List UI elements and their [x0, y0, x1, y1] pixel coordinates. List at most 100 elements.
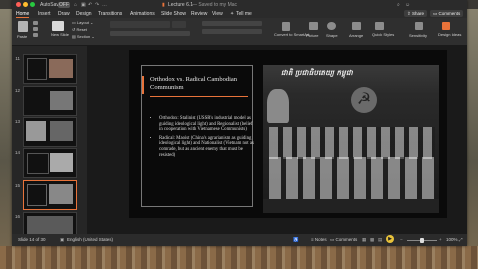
- ribbon-home: Paste New Slide ▭ Layout ⌄ ↺ Reset ▤ Sec…: [12, 18, 467, 46]
- document-title: Lecture 6.1: [168, 1, 194, 8]
- new-slide-label: New Slide: [51, 32, 70, 37]
- tab-animations[interactable]: Animations: [130, 11, 155, 17]
- thumbnail-number: 12: [14, 88, 20, 93]
- normal-view-icon[interactable]: ▦: [362, 237, 366, 243]
- reset-button[interactable]: ↺ Reset: [72, 27, 87, 32]
- slide-sorter-icon[interactable]: ▩: [370, 237, 374, 243]
- picture-icon[interactable]: [309, 22, 318, 30]
- standing-row-people: [269, 127, 435, 159]
- more-icon[interactable]: …: [102, 2, 107, 8]
- paragraph-formatting-row[interactable]: [202, 21, 262, 26]
- font-name-select[interactable]: [110, 21, 170, 28]
- tab-view[interactable]: View: [212, 11, 223, 17]
- comments-button[interactable]: ▭ Comments: [430, 9, 464, 17]
- minimize-window-button[interactable]: [23, 2, 28, 7]
- slide-thumbnail-11[interactable]: [23, 54, 77, 84]
- slide-textbox[interactable]: Orthodox vs. Radical Cambodian Communism…: [141, 65, 255, 207]
- slide-title[interactable]: Orthodox vs. Radical Cambodian Communism: [150, 76, 248, 92]
- lightbulb-icon: ✦: [230, 10, 235, 17]
- historical-group-photo[interactable]: ជាតិ ប្រជាធិបតេយ្យ កម្ពុជា ☭: [263, 65, 439, 213]
- undo-icon[interactable]: ↶: [88, 2, 92, 8]
- sensitivity-icon[interactable]: [415, 22, 423, 30]
- comments-status-button[interactable]: ▭ Comments: [330, 237, 357, 243]
- font-formatting-row[interactable]: [110, 31, 190, 36]
- smartart-icon[interactable]: [282, 22, 290, 31]
- tab-draw[interactable]: Draw: [58, 11, 70, 17]
- slide-thumbnail-13[interactable]: [23, 117, 77, 147]
- slide-thumbnail-pane: 11 12 13 14 15 16: [12, 46, 87, 242]
- sensitivity-label: Sensitivity: [409, 33, 428, 38]
- arrange-label: Arrange: [349, 33, 364, 38]
- slide-editing-canvas: Orthodox vs. Radical Cambodian Communism…: [87, 46, 467, 234]
- slideshow-play-icon[interactable]: ▶: [386, 235, 394, 243]
- fit-slide-icon[interactable]: ⤢: [459, 237, 463, 242]
- current-slide[interactable]: Orthodox vs. Radical Cambodian Communism…: [129, 50, 447, 218]
- alignment-row[interactable]: [202, 29, 262, 34]
- slide-thumbnail-12[interactable]: [23, 86, 77, 116]
- reset-label: Reset: [76, 27, 87, 32]
- tab-transitions[interactable]: Transitions: [98, 11, 122, 17]
- design-ideas-label: Design Ideas: [438, 32, 462, 37]
- tab-insert[interactable]: Insert: [38, 11, 51, 17]
- title-underline: [150, 96, 248, 97]
- thumbnail-number: 14: [14, 150, 20, 155]
- thumbnail-number: 13: [14, 119, 20, 124]
- hammer-sickle-emblem: ☭: [351, 87, 377, 113]
- bullet-orthodox: Orthodox: Stalinist (USSR's industrial m…: [159, 116, 255, 133]
- zoom-in-icon[interactable]: +: [439, 237, 442, 242]
- quick-styles-label: Quick Styles: [372, 32, 395, 37]
- autosave-toggle[interactable]: OFF: [58, 1, 70, 8]
- copy-icon[interactable]: [33, 27, 38, 31]
- comments-status-label: Comments: [335, 237, 358, 242]
- home-icon[interactable]: ⌂: [74, 2, 77, 8]
- save-icon[interactable]: ▣: [81, 2, 86, 8]
- notes-label: Notes: [314, 237, 327, 242]
- tab-review[interactable]: Review: [191, 11, 207, 17]
- thumbnail-number: 11: [15, 56, 20, 61]
- bullet-list[interactable]: Orthodox: Stalinist (USSR's industrial m…: [152, 116, 255, 161]
- status-bar: Slide 14 of 30 ▣ English (United States)…: [12, 234, 467, 246]
- proofing-icon[interactable]: ▣: [60, 237, 64, 243]
- zoom-out-icon[interactable]: −: [400, 237, 403, 242]
- desk-surface: [0, 246, 478, 269]
- accessibility-icon[interactable]: ♿: [293, 237, 299, 243]
- powerpoint-window: AutoSave OFF ⌂ ▣ ↶ ↷ … ▮ Lecture 6.1 — S…: [12, 0, 467, 246]
- design-ideas-icon[interactable]: [442, 22, 450, 30]
- zoom-level[interactable]: 100%: [446, 237, 458, 242]
- title-accent-bar: [142, 76, 144, 94]
- arrange-icon[interactable]: [352, 22, 361, 30]
- ribbon-tab-bar: Home Insert Draw Design Transitions Anim…: [12, 9, 467, 18]
- shape-icon[interactable]: [327, 22, 336, 30]
- shape-label: Shape: [326, 33, 338, 38]
- redo-icon[interactable]: ↷: [95, 2, 99, 8]
- thumbnail-number: 16: [14, 214, 20, 219]
- share-button[interactable]: ⇪ Share: [404, 9, 428, 17]
- notes-button[interactable]: ≡ Notes: [311, 237, 327, 242]
- photo-floor: [263, 199, 439, 213]
- close-window-button[interactable]: [16, 2, 21, 7]
- paste-icon[interactable]: [18, 21, 28, 32]
- font-size-select[interactable]: [172, 21, 186, 28]
- slide-thumbnail-14[interactable]: [23, 148, 77, 178]
- reading-view-icon[interactable]: ▤: [378, 237, 382, 243]
- format-painter-icon[interactable]: [33, 33, 38, 37]
- tab-design[interactable]: Design: [76, 11, 92, 17]
- zoom-window-button[interactable]: [30, 2, 35, 7]
- portrait-poster: [267, 89, 289, 123]
- quick-styles-icon[interactable]: [375, 22, 384, 30]
- tab-slide-show[interactable]: Slide Show: [161, 11, 186, 17]
- slide-thumbnail-15[interactable]: [23, 180, 77, 210]
- language-indicator[interactable]: English (United States): [67, 237, 113, 242]
- cut-icon[interactable]: [33, 21, 38, 25]
- tell-me-search[interactable]: Tell me: [236, 11, 252, 17]
- search-icon[interactable]: ⌕: [397, 2, 400, 8]
- share-person-icon[interactable]: ☺: [405, 2, 410, 8]
- slide-indicator: Slide 14 of 30: [18, 237, 46, 242]
- tab-home[interactable]: Home: [16, 11, 30, 18]
- new-slide-icon[interactable]: [52, 21, 64, 31]
- layout-label: Layout: [76, 20, 89, 25]
- thumbnail-number: 15: [14, 183, 20, 188]
- zoom-slider-handle[interactable]: [420, 237, 424, 243]
- section-button[interactable]: ▤ Section ⌄: [72, 34, 95, 39]
- layout-button[interactable]: ▭ Layout ⌄: [72, 20, 93, 25]
